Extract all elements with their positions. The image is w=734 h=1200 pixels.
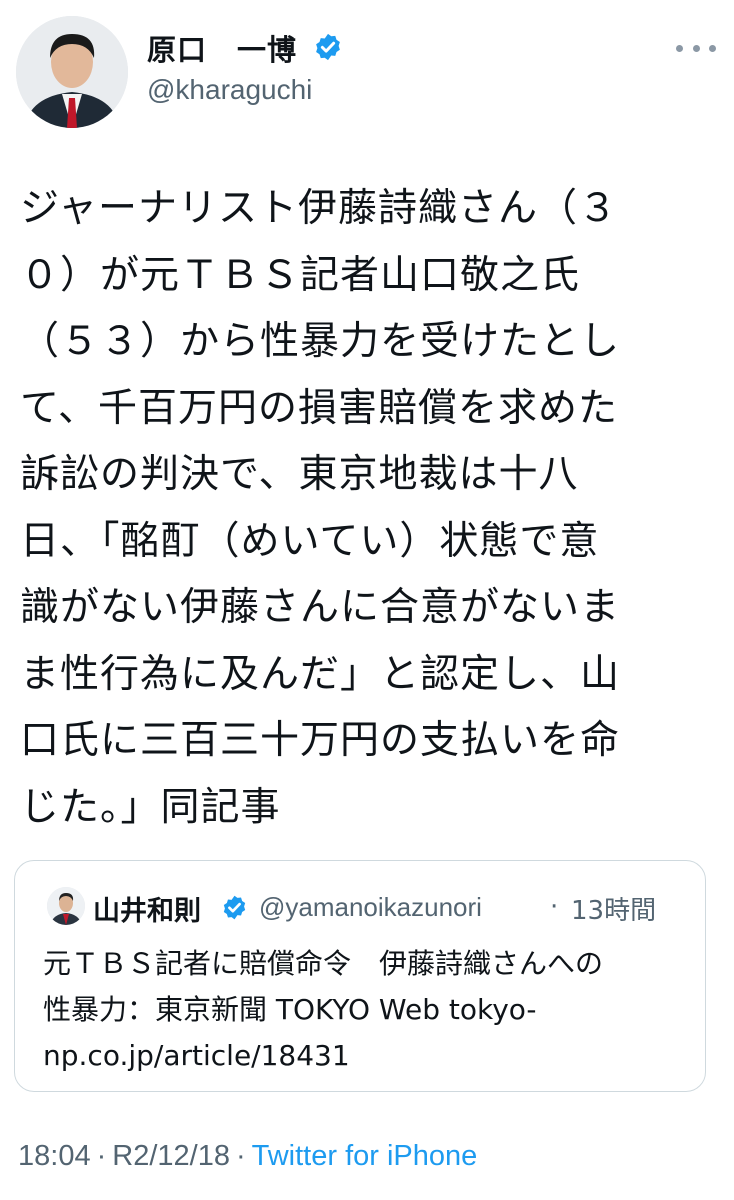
quote-verified-badge-icon: [223, 895, 246, 920]
author-handle[interactable]: @kharaguchi: [147, 74, 312, 106]
tweet-source-link[interactable]: Twitter for iPhone: [252, 1140, 478, 1172]
more-horizontal-icon[interactable]: [676, 36, 716, 60]
quoted-tweet-card[interactable]: 山井和則 @yamanoikazunori · 13時間 元ＴＢＳ記者に賠償命令…: [14, 860, 706, 1092]
tweet-time[interactable]: 18:04: [18, 1140, 91, 1172]
quote-author-avatar: [47, 887, 85, 925]
quote-author-handle: @yamanoikazunori: [259, 892, 482, 922]
tweet-footer: 18:04 · R2/12/18 · Twitter for iPhone: [18, 1140, 477, 1173]
quote-avatar-image: [47, 887, 85, 925]
tweet-text: ジャーナリスト伊藤詩織さん（３ ０）が元ＴＢＳ記者山口敬之氏 （５３）から性暴力…: [20, 186, 621, 830]
quote-separator: ·: [550, 892, 559, 922]
footer-separator-2: ·: [235, 1140, 246, 1172]
tweet: 原口 一博 @kharaguchi ジャーナリスト伊藤詩織さん（３ ０）が元ＴＢ…: [0, 0, 734, 1200]
quote-timestamp: 13時間: [571, 896, 657, 926]
author-display-name[interactable]: 原口 一博: [147, 27, 297, 69]
quote-text: 元ＴＢＳ記者に賠償命令 伊藤詩織さんへの 性暴力：東京新聞 TOKYO Web …: [43, 947, 604, 1072]
quote-author-name: 山井和則: [93, 896, 201, 927]
author-avatar-image: [16, 16, 128, 128]
verified-badge-icon: [316, 33, 340, 61]
author-avatar[interactable]: [16, 16, 128, 128]
tweet-date[interactable]: R2/12/18: [112, 1140, 230, 1172]
footer-separator-1: ·: [96, 1140, 107, 1172]
